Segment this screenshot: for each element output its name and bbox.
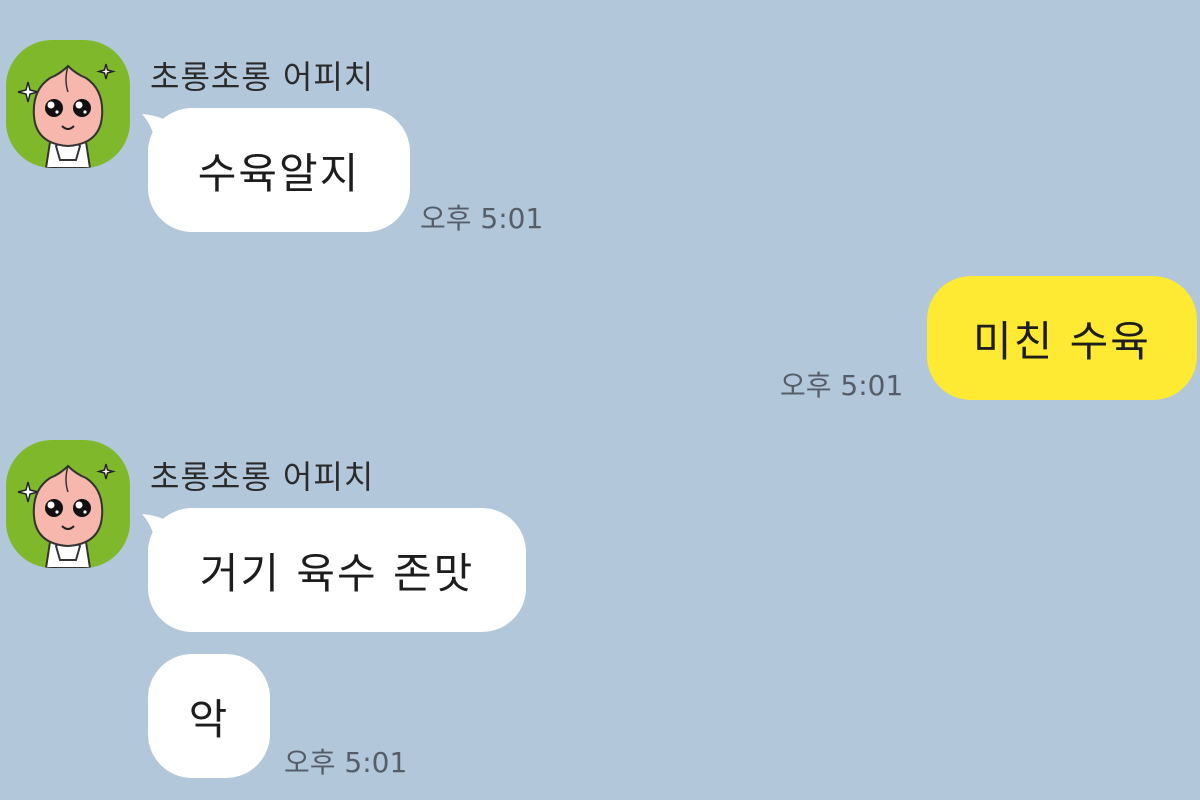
apeach-avatar-icon bbox=[17, 463, 116, 568]
message-bubble[interactable]: 악 bbox=[148, 654, 270, 778]
sender-avatar[interactable] bbox=[6, 40, 130, 168]
message-bubble[interactable]: 거기 육수 존맛 bbox=[148, 508, 526, 632]
sender-name: 초롱초롱 어피치 bbox=[150, 58, 375, 96]
message-timestamp: 오후 5:01 bbox=[780, 369, 904, 402]
message-bubble[interactable]: 미친 수육 bbox=[927, 276, 1197, 400]
message-bubble[interactable]: 수육알지 bbox=[148, 108, 410, 232]
sender-avatar[interactable] bbox=[6, 440, 130, 568]
apeach-avatar-icon bbox=[17, 63, 116, 168]
sender-name: 초롱초롱 어피치 bbox=[150, 458, 375, 496]
message-timestamp: 오후 5:01 bbox=[420, 202, 544, 235]
chat-room[interactable]: 초롱초롱 어피치 수육알지 오후 5:01 오후 5:01 미친 수육 초롱초롱… bbox=[0, 0, 1200, 800]
message-timestamp: 오후 5:01 bbox=[284, 746, 408, 779]
